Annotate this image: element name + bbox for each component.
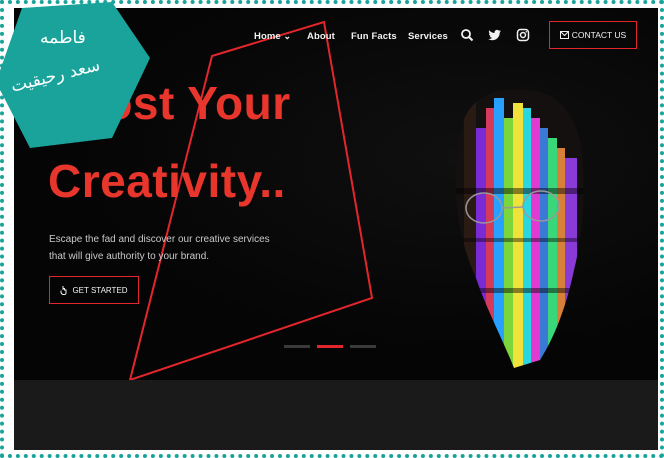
hero-headline-line2: Creativity.. [48, 155, 286, 207]
nav-home-label: Home [254, 31, 281, 42]
contact-us-button[interactable]: CONTACT US [549, 21, 637, 49]
slider-dot-1[interactable] [284, 345, 310, 348]
envelope-icon [559, 31, 569, 39]
search-icon[interactable] [460, 28, 474, 42]
chevron-down-icon: ⌄ [283, 31, 292, 41]
twitter-icon[interactable] [488, 28, 502, 42]
get-started-label: GET STARTED [72, 285, 128, 295]
hand-pointer-icon [60, 286, 67, 295]
slider-dot-2-active[interactable] [317, 345, 343, 348]
nav-about-link[interactable]: About [307, 31, 335, 42]
lower-section-band [14, 380, 658, 450]
instagram-icon[interactable] [516, 28, 530, 42]
hero-description-line1: Escape the fad and discover our creative… [49, 234, 270, 245]
nav-fun-facts-link[interactable]: Fun Facts [351, 31, 397, 42]
hero-description-line2: that will give authority to your brand. [49, 251, 210, 262]
name-watermark-badge: فاطمه سعد رحيقيت [0, 0, 150, 150]
nav-home-link[interactable]: Home ⌄ [254, 31, 291, 42]
slider-dot-3[interactable] [350, 345, 376, 348]
badge-name-line1: فاطمه [40, 28, 86, 48]
contact-us-label: CONTACT US [571, 30, 627, 40]
get-started-button[interactable]: GET STARTED [49, 276, 139, 304]
nav-services-link[interactable]: Services [408, 31, 448, 42]
